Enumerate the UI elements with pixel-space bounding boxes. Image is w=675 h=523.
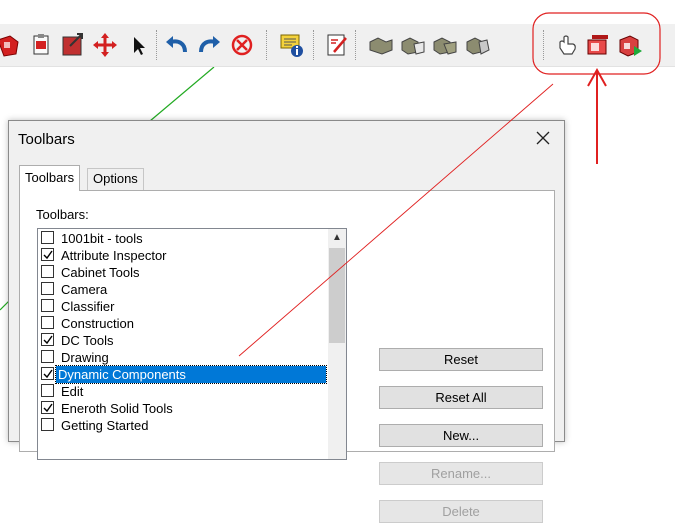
list-item[interactable]: Drawing — [38, 349, 328, 366]
toolbar-separator — [543, 30, 544, 60]
list-item[interactable]: Edit — [38, 383, 328, 400]
toolbar-checkbox[interactable] — [41, 231, 54, 244]
tab-options[interactable]: Options — [87, 168, 144, 190]
toolbar-separator — [313, 30, 314, 60]
solid-union-icon[interactable] — [368, 32, 394, 58]
solid-subtract-icon[interactable] — [400, 32, 426, 58]
list-item-label: Getting Started — [61, 418, 149, 433]
toolbar-separator — [266, 30, 267, 60]
list-item-label: Edit — [61, 384, 84, 399]
scroll-thumb[interactable] — [329, 248, 345, 343]
select-arrow-icon[interactable] — [126, 32, 152, 58]
undo-icon[interactable] — [164, 32, 190, 58]
list-item[interactable]: Camera — [38, 281, 328, 298]
list-item[interactable]: Dynamic Components — [38, 365, 328, 384]
list-item-label: Drawing — [61, 350, 109, 365]
dynamic-component-icon[interactable] — [0, 32, 22, 58]
main-toolbar — [0, 24, 675, 67]
list-item-label: Classifier — [61, 299, 115, 314]
list-item-label: Construction — [61, 316, 134, 331]
toolbars-list-label: Toolbars: — [36, 207, 89, 222]
toolbar-separator — [355, 30, 356, 60]
toolbar-checkbox[interactable] — [41, 350, 54, 363]
list-item-label: Attribute Inspector — [61, 248, 167, 263]
delete-button: Delete — [379, 500, 543, 523]
erase-icon[interactable] — [229, 32, 255, 58]
close-icon[interactable] — [532, 127, 554, 149]
list-item[interactable]: Construction — [38, 315, 328, 332]
list-item[interactable]: Attribute Inspector — [38, 247, 328, 264]
list-item-label: 1001bit - tools — [61, 231, 143, 246]
toolbar-checkbox[interactable] — [41, 367, 54, 380]
list-item-label: Dynamic Components — [55, 365, 327, 384]
toolbar-checkbox[interactable] — [41, 282, 54, 295]
new-button[interactable]: New... — [379, 424, 543, 447]
dynamic-options-icon[interactable] — [586, 32, 612, 58]
rename-button: Rename... — [379, 462, 543, 485]
list-item[interactable]: 1001bit - tools — [38, 230, 328, 247]
report-icon[interactable] — [324, 32, 350, 58]
attribute-info-icon[interactable] — [279, 32, 305, 58]
list-item[interactable]: DC Tools — [38, 332, 328, 349]
toolbar-checkbox[interactable] — [41, 316, 54, 329]
toolbars-panel: Toolbars: Getting Started Eneroth Solid T… — [19, 190, 555, 523]
component-options-icon[interactable] — [28, 32, 54, 58]
toolbar-checkbox[interactable] — [41, 265, 54, 278]
toolbars-dialog: Toolbars Toolbars Options Toolbars: Gett… — [8, 120, 565, 523]
toolbar-checkbox[interactable] — [41, 248, 54, 261]
list-item[interactable]: Cabinet Tools — [38, 264, 328, 281]
toolbar-checkbox[interactable] — [41, 384, 54, 397]
toolbar-checkbox[interactable] — [41, 299, 54, 312]
tab-toolbars[interactable]: Toolbars — [19, 165, 81, 191]
dynamic-attributes-icon[interactable] — [618, 32, 644, 58]
list-item-label: Camera — [61, 282, 108, 297]
solid-trim-icon[interactable] — [432, 32, 458, 58]
list-item-label: DC Tools — [61, 333, 114, 348]
move-icon[interactable] — [92, 32, 118, 58]
toolbar-separator — [156, 30, 157, 60]
reset-button[interactable]: Reset — [379, 348, 543, 371]
dialog-title: Toolbars — [18, 131, 75, 148]
chevron-up-icon[interactable]: ▲ — [328, 229, 346, 246]
component-attributes-icon[interactable] — [60, 32, 86, 58]
redo-icon[interactable] — [196, 32, 222, 58]
interact-hand-icon[interactable] — [554, 32, 580, 58]
list-item-label: Eneroth Solid Tools — [61, 401, 173, 416]
reset-all-button[interactable]: Reset All — [379, 386, 543, 409]
list-item[interactable]: Classifier — [38, 298, 328, 315]
toolbars-listbox[interactable]: Getting Started Eneroth Solid Tools Edit Dy… — [37, 228, 347, 460]
solid-split-icon[interactable] — [465, 32, 491, 58]
toolbar-checkbox[interactable] — [41, 333, 54, 346]
list-item[interactable]: Getting Started — [38, 417, 328, 434]
toolbar-checkbox[interactable] — [41, 401, 54, 414]
list-item-label: Cabinet Tools — [61, 265, 140, 280]
list-item[interactable]: Eneroth Solid Tools — [38, 400, 328, 417]
